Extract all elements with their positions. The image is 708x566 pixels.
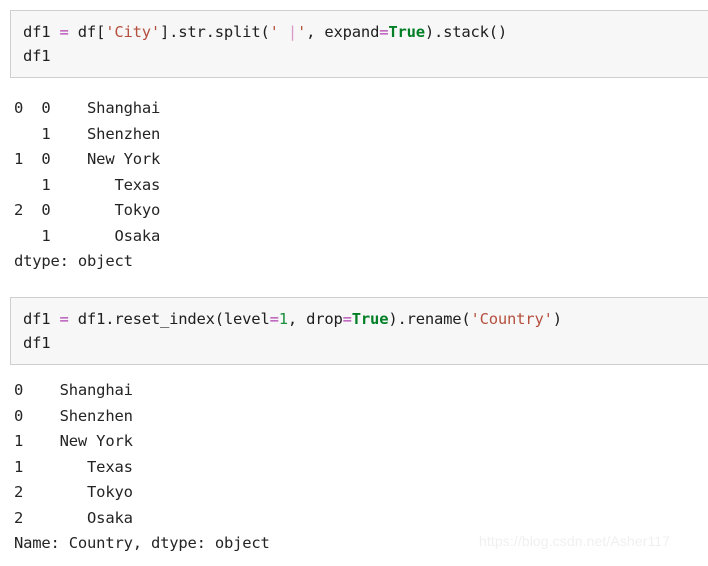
- code-token-plain: , expand: [306, 23, 380, 41]
- output-line: dtype: object: [14, 252, 133, 270]
- code-token-plain: df1: [23, 23, 60, 41]
- code-token-plain: ): [552, 310, 562, 328]
- code-token-bool: True: [388, 23, 425, 41]
- notebook-page: df1 = df['City'].str.split(' |', expand=…: [0, 0, 708, 566]
- output-line: 2 Tokyo: [14, 483, 133, 501]
- code-line: df1 = df1.reset_index(level=1, drop=True…: [23, 307, 708, 331]
- code-line: df1 = df['City'].str.split(' |', expand=…: [23, 20, 708, 44]
- code-token-plain: ).rename(: [388, 310, 471, 328]
- code-token-bool: True: [351, 310, 389, 328]
- code-cell-input[interactable]: df1 = df1.reset_index(level=1, drop=True…: [10, 297, 708, 365]
- code-token-plain: df1: [23, 47, 51, 65]
- code-token-plain: df1: [23, 334, 51, 352]
- code-token-plain: df1.reset_index(level: [68, 310, 270, 328]
- code-token-op: =: [269, 310, 279, 328]
- output-line: 2 Osaka: [14, 508, 133, 527]
- code-line: df1: [23, 44, 708, 68]
- output-line: 1 0 New York: [14, 150, 161, 168]
- output-line: 2 0 Tokyo: [14, 201, 161, 219]
- output-line: 1 Texas: [14, 175, 161, 194]
- code-token-plain: ).stack(): [424, 23, 508, 41]
- code-token-num: 1: [278, 310, 288, 328]
- code-token-op: =: [59, 310, 69, 328]
- output-line: 0 Shenzhen: [14, 406, 133, 425]
- code-token-plain: , drop: [287, 310, 343, 328]
- code-token-op: =: [342, 310, 352, 328]
- code-token-plain: df1: [23, 310, 60, 328]
- code-line: df1: [23, 331, 708, 355]
- output-line: 1 Texas: [14, 457, 133, 476]
- code-token-op: =: [379, 23, 389, 41]
- site-watermark: https://blog.csdn.net/Asher117: [479, 533, 671, 549]
- code-token-str: ': [269, 23, 288, 41]
- output-line: Name: Country, dtype: object: [14, 534, 270, 552]
- output-line: 1 New York: [14, 432, 133, 450]
- output-line: 1 Shenzhen: [14, 124, 161, 143]
- code-token-plain: df[: [68, 23, 106, 41]
- output-line: 0 0 Shanghai: [14, 99, 161, 117]
- output-line: 1 Osaka: [14, 226, 161, 245]
- code-token-str: 'Country': [470, 310, 553, 328]
- code-cell-input[interactable]: df1 = df['City'].str.split(' |', expand=…: [10, 10, 708, 78]
- output-line: 0 Shanghai: [14, 381, 133, 399]
- code-cell-output: 0 0 Shanghai 1 Shenzhen 1 0 New York 1 Te…: [14, 96, 160, 275]
- code-token-op: =: [59, 23, 69, 41]
- code-token-sep: |: [287, 23, 297, 41]
- code-token-str: 'City': [105, 23, 160, 41]
- code-cell-output: 0 Shanghai 0 Shenzhen 1 New York 1 Texas 2 T…: [14, 378, 270, 557]
- code-token-plain: ].str.split(: [160, 23, 270, 41]
- code-token-str: ': [297, 23, 307, 41]
